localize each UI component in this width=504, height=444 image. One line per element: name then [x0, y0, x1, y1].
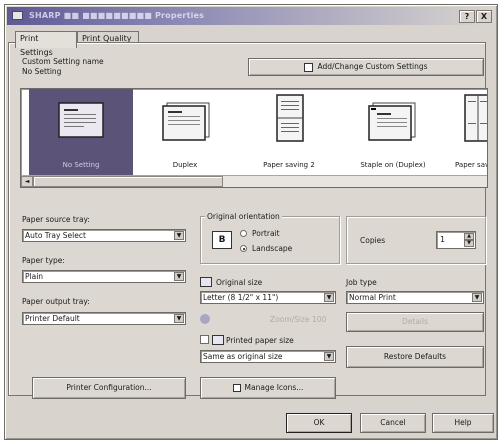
details-button[interactable]: Details	[346, 312, 484, 332]
gallery-label: Staple on (Duplex)	[360, 161, 426, 169]
custom-setting-value: No Setting	[22, 67, 62, 76]
gallery-item-paper-saving[interactable]: Paper saving 2	[237, 89, 341, 175]
no-setting-preview-icon	[58, 102, 104, 138]
close-button[interactable]: X	[476, 10, 492, 23]
paper-output-select[interactable]: Printer Default ▼	[22, 312, 186, 325]
job-type-select[interactable]: Normal Print ▼	[346, 291, 484, 304]
gallery-item-no-setting[interactable]: No Setting	[29, 89, 133, 175]
gallery-item-paper-saving-2[interactable]: Paper savi	[445, 89, 488, 175]
paper-saving-alt-preview-icon	[464, 94, 487, 142]
gallery-item-staple-duplex[interactable]: Staple on (Duplex)	[341, 89, 445, 175]
original-size-select[interactable]: Letter (8 1/2" x 11") ▼	[200, 291, 336, 304]
ok-button[interactable]: OK	[286, 413, 352, 433]
scroll-thumb[interactable]	[33, 176, 223, 187]
gallery-label: Paper saving 2	[263, 161, 315, 169]
restore-defaults-button[interactable]: Restore Defaults	[346, 346, 484, 368]
chevron-down-icon: ▼	[174, 272, 184, 281]
spin-down-icon[interactable]: ▼	[464, 240, 474, 247]
job-type-label: Job type	[346, 278, 377, 287]
paper-output-label: Paper output tray:	[22, 297, 90, 306]
printer-configuration-button[interactable]: Printer Configuration...	[32, 377, 186, 399]
gallery-label: Paper savi	[455, 161, 488, 169]
chevron-down-icon: ▼	[174, 314, 184, 323]
printed-paper-size-checkbox[interactable]	[200, 335, 209, 344]
gallery-scrollbar[interactable]: ◄	[21, 175, 487, 187]
gallery-label: No Setting	[62, 161, 100, 169]
printer-icon	[12, 11, 23, 20]
title-bar[interactable]: SHARP ■■ ■■■■■■■■■ Properties ? X	[7, 7, 495, 25]
orientation-label: Original orientation	[205, 212, 282, 221]
copies-label: Copies	[360, 236, 386, 245]
original-size-label: Original size	[216, 278, 263, 287]
window-title: SHARP ■■ ■■■■■■■■■ Properties	[29, 11, 205, 20]
cancel-button[interactable]: Cancel	[360, 413, 426, 433]
gallery-item-duplex[interactable]: Duplex	[133, 89, 237, 175]
printed-paper-size-label: Printed paper size	[226, 336, 294, 345]
manage-icons-button[interactable]: Manage Icons...	[200, 377, 336, 399]
portrait-radio[interactable]	[240, 230, 247, 237]
custom-settings-icon	[304, 62, 314, 72]
landscape-label: Landscape	[252, 244, 293, 253]
favorites-gallery: No Setting Duplex Paper saving 2 Staple …	[20, 88, 488, 188]
spin-up-icon[interactable]: ▲	[464, 233, 474, 240]
paper-type-select[interactable]: Plain ▼	[22, 270, 186, 283]
paper-source-label: Paper source tray:	[22, 215, 90, 224]
help-button[interactable]: Help	[432, 413, 494, 433]
original-size-icon	[200, 277, 212, 287]
gallery-label: Duplex	[172, 161, 198, 169]
copies-stepper[interactable]: 1 ▲ ▼	[436, 231, 476, 249]
manage-icons-icon	[232, 384, 241, 392]
staple-duplex-preview-icon	[368, 102, 416, 141]
zoom-icon	[200, 314, 210, 324]
duplex-preview-icon	[162, 102, 210, 141]
paper-type-label: Paper type:	[22, 256, 65, 265]
paper-source-select[interactable]: Auto Tray Select ▼	[22, 229, 186, 242]
printed-paper-size-select[interactable]: Same as original size ▼	[200, 350, 336, 363]
orientation-preview-icon: B	[212, 231, 232, 249]
chevron-down-icon: ▼	[324, 352, 334, 361]
printed-paper-size-icon	[212, 335, 224, 345]
help-title-button[interactable]: ?	[459, 10, 475, 23]
tab-print-settings[interactable]: Print Settings	[15, 31, 77, 57]
add-change-custom-settings-button[interactable]: Add/Change Custom Settings	[248, 58, 484, 76]
chevron-down-icon: ▼	[324, 293, 334, 302]
paper-saving-preview-icon	[276, 94, 304, 142]
landscape-radio[interactable]	[240, 245, 247, 252]
chevron-down-icon: ▼	[472, 293, 482, 302]
chevron-down-icon: ▼	[174, 231, 184, 240]
portrait-label: Portrait	[252, 229, 280, 238]
scroll-left-button[interactable]: ◄	[21, 176, 33, 187]
zoom-label: Zoom/Size 100	[270, 315, 327, 324]
